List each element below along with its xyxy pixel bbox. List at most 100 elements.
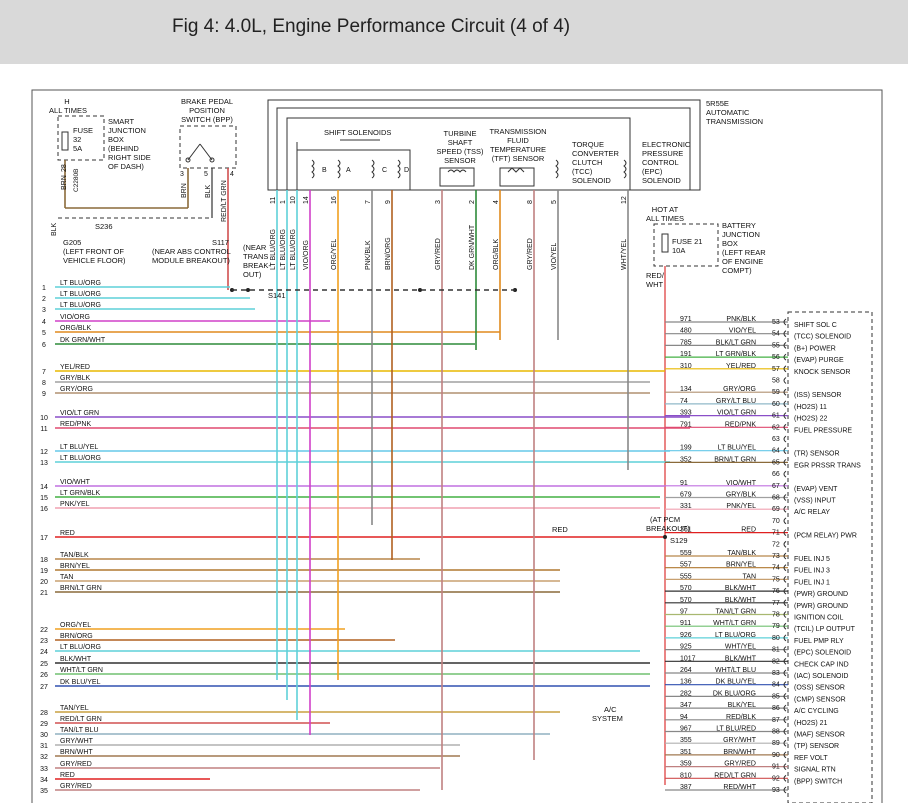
pcm-wire-label: RED/LT GRN — [714, 772, 756, 779]
row-number: 7 — [42, 369, 46, 376]
trans-pin-number: 3 — [435, 200, 442, 204]
row-number: 9 — [42, 391, 46, 398]
pcm-function: (CMP) SENSOR — [794, 696, 846, 703]
pcm-function: FUEL PRESSURE — [794, 427, 852, 434]
svg-text:FUSE 2110A: FUSE 21 10A — [672, 237, 702, 255]
pcm-pin-number: 68 — [772, 495, 780, 502]
splice-dot — [663, 535, 667, 539]
trans-pin-number: 8 — [527, 200, 534, 204]
row-wire-label: LT GRN/BLK — [60, 490, 101, 497]
row-wire-label: ORG/BLK — [60, 325, 91, 332]
splice-dot — [246, 288, 250, 292]
trans-pin-number: 9 — [385, 200, 392, 204]
row-number: 26 — [40, 672, 48, 679]
pcm-wire-label: BLK/YEL — [728, 702, 757, 709]
smart-junction-box: H ALL TIMES FUSE 32 5A SMART JUNCTION BOX (BE… — [49, 97, 151, 208]
pcm-circuit: 926 — [680, 632, 692, 639]
pcm-circuit: 264 — [680, 667, 692, 674]
sjb-label: SMART JUNCTION BOX (BEHIND RIGHT SIDE OF DASH… — [108, 117, 151, 171]
row-number: 13 — [40, 460, 48, 467]
row-wire-label: VIO/LT GRN — [60, 410, 99, 417]
pcm-wire-label: LT BLU/YEL — [718, 445, 756, 452]
trans-pin-number: 4 — [493, 200, 500, 204]
row-wire-label: BRN/LT GRN — [60, 585, 102, 592]
pcm-pin-number: 71 — [772, 530, 780, 537]
pcm-wire-label: WHT/YEL — [725, 644, 756, 651]
pcm-pin-number: 70 — [772, 518, 780, 525]
pcm-circuit: 1017 — [680, 655, 696, 662]
pcm-circuit: 393 — [680, 410, 692, 417]
row-number: 18 — [40, 557, 48, 564]
pcm-pin-number: 65 — [772, 459, 780, 466]
pcm-circuit: 785 — [680, 339, 692, 346]
pcm-pin-mark — [783, 517, 787, 525]
pcm-pin-number: 91 — [772, 764, 780, 771]
row-number: 14 — [40, 484, 48, 491]
pcm-function: A/C RELAY — [794, 509, 830, 516]
pcm-wire-label: LT GRN/BLK — [716, 351, 757, 358]
pcm-circuit: 191 — [680, 351, 692, 358]
pcm-function: (TCC) SOLENOID — [794, 334, 851, 341]
trans-pin-wire: VIO/ORG — [303, 240, 310, 270]
epc-label: ELECTRONIC PRESSURE CONTROL (EPC) SOLENOID — [642, 140, 691, 185]
c2280b-label: C2280B — [73, 169, 80, 193]
row-wire-label: LT BLU/YEL — [60, 444, 98, 451]
row-number: 15 — [40, 495, 48, 502]
trans-pin-number: 16 — [331, 196, 338, 204]
pcm-circuit: 352 — [680, 456, 692, 463]
row-wire-label: LT BLU/ORG — [60, 455, 101, 462]
row-wire-label: RED/PNK — [60, 421, 91, 428]
tft-label: TRANSMISSION FLUID TEMPERATURE (TFT) SENSOR — [489, 127, 546, 163]
trans-pin-number: 5 — [551, 200, 558, 204]
trans-pin-wire: VIO/YEL — [551, 243, 558, 270]
pcm-pin-number: 78 — [772, 612, 780, 619]
pcm-wire-label: BLK/WHT — [725, 655, 757, 662]
row-number: 11 — [40, 426, 47, 433]
trans-pin-number: 2 — [469, 200, 476, 204]
row-wire-label: GRY/RED — [60, 761, 92, 768]
s141-label: S141 — [268, 291, 286, 300]
svg-text:HOT ATALL TIMES: HOT AT ALL TIMES — [646, 205, 684, 223]
row-number: 33 — [40, 766, 48, 773]
pcm-function: (OSS) SENSOR — [794, 685, 845, 692]
pcm-function: (IAC) SOLENOID — [794, 673, 848, 680]
pcm-circuit: 359 — [680, 761, 692, 768]
row-wire-label: ORG/YEL — [60, 622, 91, 629]
pcm-function: FUEL PMP RLY — [794, 638, 844, 645]
pcm-pin-number: 82 — [772, 658, 780, 665]
row-wire-label: GRY/WHT — [60, 738, 94, 745]
wiring-diagram: H ALL TIMES FUSE 32 5A SMART JUNCTION BOX (BE… — [31, 89, 883, 803]
row-wire-label: LT BLU/ORG — [60, 291, 101, 298]
pcm-pin-number: 87 — [772, 717, 780, 724]
row-number: 31 — [40, 743, 48, 750]
pcm-wire-label: RED/BLK — [726, 714, 756, 721]
pcm-function: KNOCK SENSOR — [794, 369, 850, 376]
svg-text:3: 3 — [180, 171, 184, 178]
pcm-circuit: 136 — [680, 679, 692, 686]
pcm-pin-number: 79 — [772, 623, 780, 630]
pcm-circuit: 310 — [680, 363, 692, 370]
pcm-circuit: 791 — [680, 421, 692, 428]
pcm-circuit: 925 — [680, 644, 692, 651]
pcm-circuit: 971 — [680, 316, 692, 323]
pcm-function: SHIFT SOL C — [794, 322, 837, 329]
row-number: 34 — [40, 777, 48, 784]
pcm-wire-label: BRN/YEL — [726, 562, 756, 569]
hot-at-all-times-label: H ALL TIMES — [49, 97, 87, 115]
trans-pin-wire: LT BLU/ORG — [280, 229, 287, 270]
pcm-wire-label: RED/PNK — [725, 421, 756, 428]
pcm-function: (TR) SENSOR — [794, 451, 840, 458]
row-number: 21 — [40, 590, 48, 597]
pcm-circuit: 911 — [680, 620, 691, 627]
row-wire-label: VIO/WHT — [60, 479, 91, 486]
row-wire-label: YEL/RED — [60, 364, 90, 371]
row-number: 8 — [42, 380, 46, 387]
pcm-rows-layer: 971 PNK/BLK 53 SHIFT SOL C 480 VIO/YEL 54 (TCC)… — [680, 316, 861, 794]
pcm-circuit: 557 — [680, 562, 692, 569]
pcm-function: (HO2S) 11 — [794, 404, 827, 411]
pcm-pin-number: 59 — [772, 389, 780, 396]
trans-pin-wire: BRN/ORG — [385, 237, 392, 270]
pcm-circuit: 94 — [680, 714, 688, 721]
row-number: 28 — [40, 710, 48, 717]
pcm-wire-label: BLK/LT GRN — [716, 339, 756, 346]
